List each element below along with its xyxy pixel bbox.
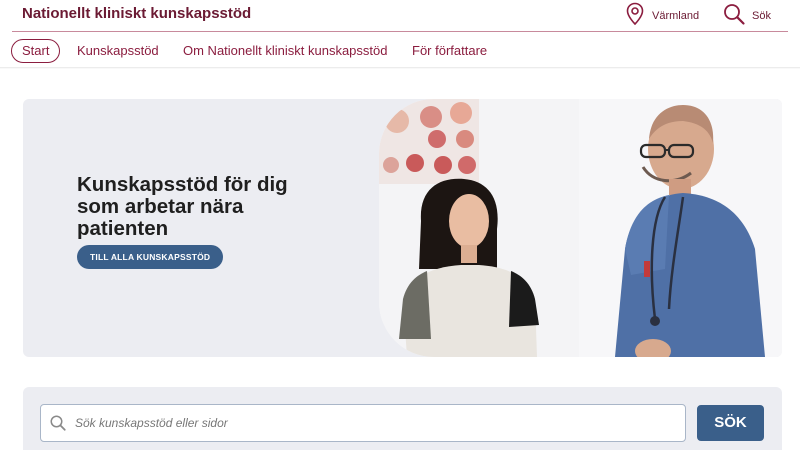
- search-field[interactable]: [40, 404, 686, 442]
- region-selector[interactable]: Värmland: [626, 2, 699, 29]
- search-icon: [722, 2, 746, 29]
- all-knowledge-button[interactable]: TILL ALLA KUNSKAPSSTÖD: [77, 245, 224, 269]
- header-search-button[interactable]: Sök: [722, 2, 771, 29]
- search-submit-button[interactable]: SÖK: [697, 405, 764, 441]
- hero-image: [379, 99, 782, 357]
- hero-banner: Kunskapsstöd för dig som arbetar nära pa…: [23, 99, 782, 357]
- nav-item-kunskapsstod[interactable]: Kunskapsstöd: [77, 39, 159, 63]
- site-title[interactable]: Nationellt kliniskt kunskapsstöd: [22, 5, 251, 22]
- hero-title: Kunskapsstöd för dig som arbetar nära pa…: [77, 173, 288, 240]
- search-panel: SÖK: [23, 387, 782, 450]
- search-input[interactable]: [75, 406, 685, 440]
- nav-item-for-forfattare[interactable]: För författare: [412, 39, 487, 63]
- region-label: Värmland: [652, 9, 700, 22]
- nav-divider: [0, 67, 800, 69]
- site-header: Nationellt kliniskt kunskapsstöd Värmlan…: [0, 0, 800, 32]
- nav-item-om[interactable]: Om Nationellt kliniskt kunskapsstöd: [183, 39, 387, 63]
- main-navigation: Start Kunskapsstöd Om Nationellt klinisk…: [0, 36, 800, 66]
- nav-item-start[interactable]: Start: [11, 39, 61, 63]
- search-icon: [41, 414, 75, 432]
- header-divider: [12, 31, 788, 32]
- location-pin-icon: [626, 2, 644, 29]
- search-link-label: Sök: [752, 9, 771, 22]
